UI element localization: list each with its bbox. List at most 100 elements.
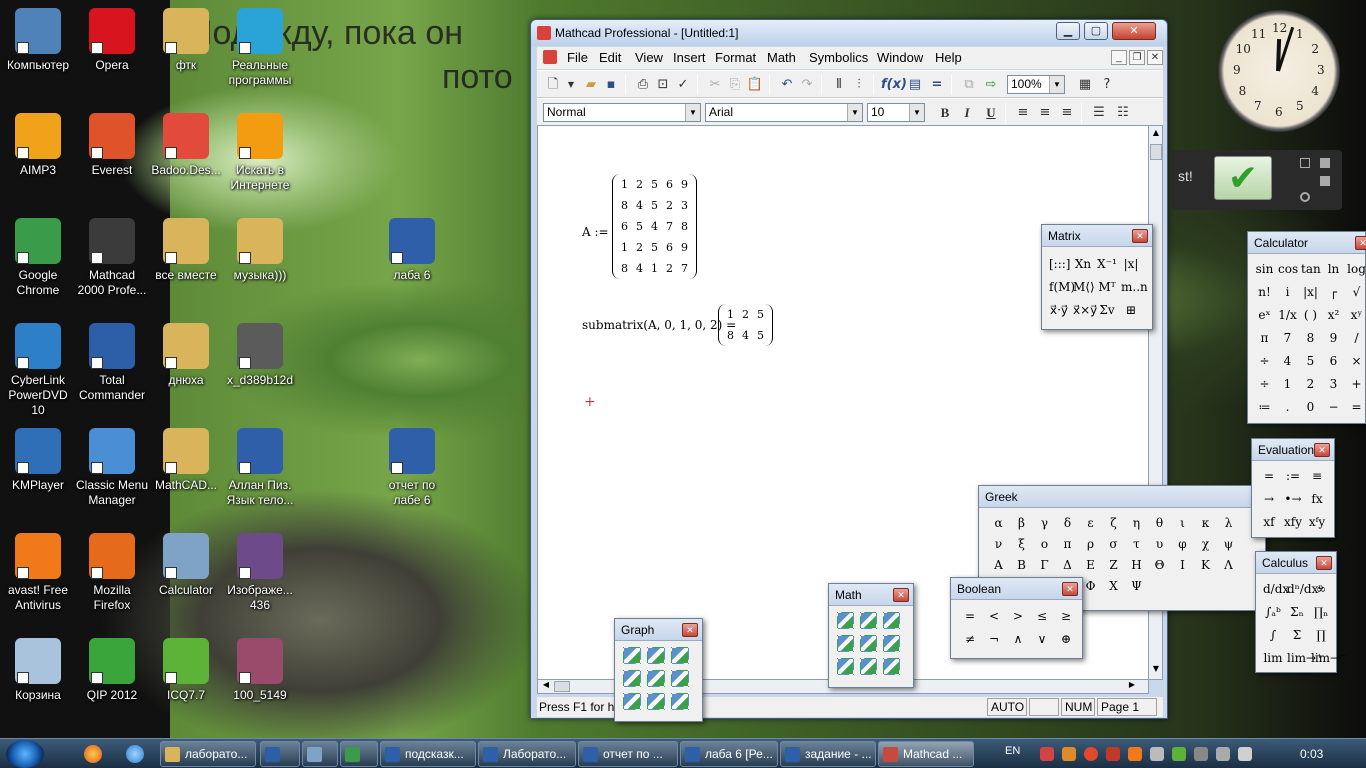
zoom-select[interactable]: 100% ▼ <box>1007 75 1065 94</box>
taskbar-item[interactable]: Лаборато... <box>478 741 576 767</box>
copy-icon[interactable]: ⎘ <box>725 75 745 95</box>
calculator-palette-button[interactable]: sin <box>1254 258 1275 279</box>
calculator-palette-button[interactable]: . <box>1277 396 1298 417</box>
calculus-palette-button[interactable]: d/dx <box>1262 578 1289 599</box>
greek-palette-button[interactable]: τ <box>1125 533 1148 554</box>
menu-file[interactable]: File <box>567 50 588 65</box>
align-left-icon[interactable]: ≡ <box>1013 103 1033 123</box>
calculate-icon[interactable]: = <box>927 75 947 95</box>
power-icon[interactable] <box>1216 747 1230 761</box>
desktop-icon[interactable]: Classic Menu Manager <box>74 428 150 508</box>
calculator-palette-button[interactable]: / <box>1346 327 1366 348</box>
3d-scatter-icon[interactable] <box>671 670 689 687</box>
calculator-palette-button[interactable]: ≔ <box>1254 396 1275 417</box>
graph-palette[interactable]: Graph ✕ <box>614 618 703 722</box>
menu-insert[interactable]: Insert <box>673 50 706 65</box>
boolean-palette[interactable]: Boolean ✕ = < > ≤ ≥ ≠ ¬ ∧ ∨ ⊕ <box>950 577 1083 659</box>
boolean-palette-button[interactable]: ≥ <box>1055 605 1077 626</box>
align-down-icon[interactable]: ⫶ <box>849 75 869 95</box>
underline-button[interactable]: U <box>981 103 1001 123</box>
evaluation-palette[interactable]: Evaluation ✕ =:= ≡ → •→ fx xf xfy xᶠy <box>1251 438 1335 538</box>
taskbar-item[interactable]: подсказк... <box>380 741 476 767</box>
scroll-down-icon[interactable]: ▼ <box>1150 664 1162 676</box>
x=-icon[interactable] <box>837 635 854 652</box>
greek-palette-button[interactable]: Χ <box>1102 575 1125 596</box>
greek-palette-button[interactable]: Θ <box>1148 554 1171 575</box>
matrix-palette-button[interactable]: x⃗×y⃗ <box>1072 299 1097 320</box>
desktop-icon[interactable]: x_d389b12d <box>222 323 298 388</box>
calculator-palette-button[interactable]: √ <box>1346 281 1366 302</box>
calculator-palette-button[interactable]: 1/x <box>1277 304 1298 325</box>
close-icon[interactable]: ✕ <box>1062 582 1078 596</box>
desktop-icon[interactable]: Корзина <box>0 638 76 703</box>
close-icon[interactable]: ✕ <box>1316 556 1332 570</box>
evaluation-palette-button[interactable]: → <box>1258 488 1280 509</box>
calculator-palette-button[interactable]: ÷ <box>1254 350 1275 371</box>
document-icon[interactable] <box>543 50 557 64</box>
greek-palette-button[interactable]: β <box>1010 512 1033 533</box>
matrix-palette[interactable]: Matrix ✕ [:::] Xn X⁻¹ |x| f(M) M⟨⟩ Mᵀ m..n x⃗·y⃗ x… <box>1041 224 1153 330</box>
matrix-palette-button[interactable]: [:::] <box>1048 253 1071 274</box>
taskbar-item[interactable]: лаборато... <box>160 741 256 767</box>
insert-unit-icon[interactable]: ▤ <box>905 75 925 95</box>
greek-palette-button[interactable]: Κ <box>1194 554 1217 575</box>
desktop-icon[interactable]: QIP 2012 <box>74 638 150 703</box>
greek-palette-button[interactable]: ψ <box>1217 533 1240 554</box>
calculus-palette[interactable]: Calculus ✕ d/dx dⁿ/dxⁿ ∞ ∫ₐᵇ Σₙ ∏ₙ ∫ Σ ∏ lim lim→⁺ l… <box>1255 551 1346 673</box>
chevron-down-icon[interactable]: ▼ <box>685 104 700 121</box>
desktop-icon[interactable]: отчет по лабе 6 <box>374 428 450 508</box>
∫d/dx-icon[interactable] <box>860 635 877 652</box>
tray-icon-avast[interactable] <box>1128 747 1142 761</box>
desktop-icon[interactable]: ICQ7.7 <box>148 638 224 703</box>
tray-icon-icq[interactable] <box>1172 747 1186 761</box>
evaluation-palette-button[interactable]: •→ <box>1282 488 1304 509</box>
system-clock[interactable]: 0:03 <box>1300 747 1323 761</box>
greek-palette-button[interactable]: θ <box>1148 512 1171 533</box>
calculator-palette-button[interactable]: 7 <box>1277 327 1298 348</box>
greek-palette-button[interactable]: α <box>987 512 1010 533</box>
3d-bar-icon[interactable] <box>647 670 665 687</box>
palette-title[interactable]: Calculator ✕ <box>1248 232 1366 254</box>
desktop-icon[interactable]: avast! Free Antivirus <box>0 533 76 613</box>
boolean-palette-button[interactable]: = <box>959 605 981 626</box>
calculator-palette-button[interactable]: 5 <box>1300 350 1321 371</box>
print-icon[interactable]: ⎙ <box>633 75 653 95</box>
calculator-palette-button[interactable]: 2 <box>1300 373 1321 394</box>
align-center-icon[interactable]: ≡ <box>1035 103 1055 123</box>
αβ-icon[interactable] <box>860 658 877 675</box>
programming-icon[interactable] <box>837 658 854 675</box>
boolean-palette-button[interactable]: ≤ <box>1031 605 1053 626</box>
greek-palette-button[interactable]: Ζ <box>1102 554 1125 575</box>
calculator-palette-button[interactable]: tan <box>1300 258 1321 279</box>
evaluation-palette-button[interactable]: fx <box>1306 488 1328 509</box>
desktop-icon[interactable]: Изображе... 436 <box>222 533 298 613</box>
desktop-icon[interactable]: днюха <box>148 323 224 388</box>
matrix-palette-button[interactable]: ⊞ <box>1120 299 1142 320</box>
print-preview-icon[interactable]: ⊡ <box>653 75 673 95</box>
new-icon[interactable]: 🗋 <box>543 75 563 95</box>
boolean-palette-button[interactable]: > <box>1007 605 1029 626</box>
calculator-palette-button[interactable]: ln <box>1323 258 1344 279</box>
font-size-select[interactable]: 10 ▼ <box>867 103 925 122</box>
start-button[interactable] <box>6 740 44 768</box>
greek-palette-button[interactable]: ι <box>1171 512 1194 533</box>
calculator-palette-button[interactable]: cos <box>1277 258 1298 279</box>
desktop-icon[interactable]: Total Commander <box>74 323 150 403</box>
scroll-up-icon[interactable]: ▲ <box>1150 128 1162 140</box>
palette-title[interactable]: Evaluation ✕ <box>1252 439 1334 461</box>
palette-title[interactable]: Matrix ✕ <box>1042 225 1152 247</box>
matrix-palette-button[interactable]: Xn <box>1072 253 1094 274</box>
matrix-palette-button[interactable]: M⟨⟩ <box>1072 276 1095 297</box>
desktop-icon[interactable]: KMPlayer <box>0 428 76 493</box>
desktop-icon[interactable]: AIMP3 <box>0 113 76 178</box>
hscroll-thumb[interactable] <box>554 681 570 692</box>
clock-gadget[interactable]: 12 1 2 3 4 5 6 7 8 9 10 11 <box>1218 10 1340 132</box>
matrix-palette-button[interactable]: Mᵀ <box>1096 276 1118 297</box>
tray-icon-b[interactable] <box>1106 747 1120 761</box>
tray-icon-opera[interactable] <box>1084 747 1098 761</box>
menu-help[interactable]: Help <box>935 50 962 65</box>
calculator-palette-button[interactable]: i <box>1277 281 1298 302</box>
menu-math[interactable]: Math <box>767 50 796 65</box>
calculator-palette-button[interactable]: + <box>1346 373 1366 394</box>
format-icon[interactable] <box>671 693 689 710</box>
